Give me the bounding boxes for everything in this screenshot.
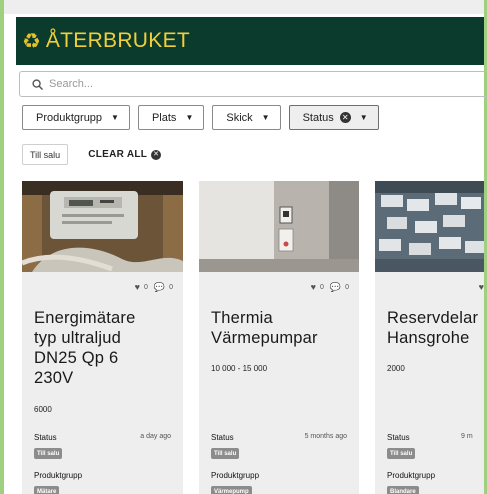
clear-all-label: CLEAR ALL xyxy=(88,149,148,160)
heart-icon[interactable]: ♥ xyxy=(479,282,484,292)
product-group-badge: Värmepump xyxy=(211,486,252,494)
product-group-label: Produktgrupp xyxy=(211,471,260,480)
heart-icon[interactable]: ♥ xyxy=(311,282,316,292)
likes-count: 0 xyxy=(143,283,148,291)
card-title[interactable]: Thermia Värmepumpar xyxy=(199,302,359,348)
product-group-badge: Blandare xyxy=(387,486,419,494)
title-line: typ ultraljud xyxy=(34,329,121,347)
card-title[interactable]: Reservdelar Hansgrohe xyxy=(375,302,484,348)
card-stats: ♥ 0 💬 0 xyxy=(22,272,183,302)
card-title[interactable]: Energimätare typ ultraljud DN25 Qp 6 230… xyxy=(22,302,183,388)
comments-count: 0 xyxy=(169,283,173,291)
clear-all-button[interactable]: CLEAR ALL ✕ xyxy=(88,149,162,160)
comments-icon[interactable]: 💬 xyxy=(154,282,165,293)
comments-icon[interactable]: 💬 xyxy=(330,282,341,293)
product-group-label: Produktgrupp xyxy=(34,471,83,480)
title-line: 230V xyxy=(34,369,74,387)
filter-status-dropdown[interactable]: Status ✕ ▼ xyxy=(288,105,379,130)
title-line: Thermia xyxy=(211,309,273,327)
card-price: 10 000 - 15 000 xyxy=(211,364,268,373)
close-icon: ✕ xyxy=(151,149,162,160)
product-group-label: Produktgrupp xyxy=(387,471,436,480)
app-title[interactable]: ÅTERBRUKET xyxy=(46,29,190,53)
filter-bar: Produktgrupp ▼ Plats ▼ Skick ▼ Status ✕ … xyxy=(22,105,379,130)
status-label: Status xyxy=(211,433,234,442)
card-stats: ♥ xyxy=(375,272,484,302)
title-line: Värmepumpar xyxy=(211,329,318,347)
time-ago: 9 m xyxy=(461,433,473,440)
time-ago: 5 months ago xyxy=(304,433,347,440)
filter-plats-dropdown[interactable]: Plats ▼ xyxy=(137,105,205,130)
filter-label: Status xyxy=(302,111,334,124)
filter-label: Produktgrupp xyxy=(36,111,103,124)
active-filters: Till salu CLEAR ALL ✕ xyxy=(22,144,162,165)
caret-down-icon: ▼ xyxy=(111,113,119,122)
product-card[interactable]: ♥ 0 💬 0 Energimätare typ ultraljud DN25 … xyxy=(22,181,183,494)
search-input[interactable] xyxy=(49,78,449,90)
product-card[interactable]: ♥ 0 💬 0 Thermia Värmepumpar 10 000 - 15 … xyxy=(199,181,359,494)
caret-down-icon: ▼ xyxy=(359,113,368,122)
recycle-icon: ♻ xyxy=(22,30,41,53)
title-line: Hansgrohe xyxy=(387,329,470,347)
clear-filter-icon[interactable]: ✕ xyxy=(339,112,351,123)
title-line: Reservdelar xyxy=(387,309,479,327)
search-icon xyxy=(32,78,43,90)
title-line: Energimätare xyxy=(34,309,136,327)
status-badge: Till salu xyxy=(211,448,240,459)
caret-down-icon: ▼ xyxy=(185,113,194,122)
status-label: Status xyxy=(34,433,57,442)
product-image[interactable] xyxy=(199,181,359,272)
filter-label: Plats xyxy=(151,111,177,124)
product-image[interactable] xyxy=(22,181,183,272)
title-line: DN25 Qp 6 xyxy=(34,349,119,367)
filter-produktgrupp-dropdown[interactable]: Produktgrupp ▼ xyxy=(22,105,130,130)
active-filter-chip[interactable]: Till salu xyxy=(22,144,69,165)
product-image[interactable] xyxy=(375,181,484,272)
likes-count: 0 xyxy=(319,283,324,291)
time-ago: a day ago xyxy=(140,433,171,440)
card-price: 6000 xyxy=(34,405,52,414)
status-badge: Till salu xyxy=(34,448,63,459)
heart-icon[interactable]: ♥ xyxy=(135,282,140,292)
search-bar[interactable] xyxy=(19,71,487,97)
card-stats: ♥ 0 💬 0 xyxy=(199,272,359,302)
card-price: 2000 xyxy=(387,364,405,373)
frame-left-border xyxy=(0,0,4,494)
filter-label: Skick xyxy=(226,111,253,124)
product-card[interactable]: ♥ Reservdelar Hansgrohe 2000 Status 9 m … xyxy=(375,181,484,494)
status-badge: Till salu xyxy=(387,448,416,459)
comments-count: 0 xyxy=(345,283,349,291)
app-header: ♻ ÅTERBRUKET xyxy=(16,17,484,65)
product-group-badge: Mätare xyxy=(34,486,60,494)
top-strip xyxy=(4,0,484,14)
filter-skick-dropdown[interactable]: Skick ▼ xyxy=(212,105,281,130)
status-label: Status xyxy=(387,433,410,442)
caret-down-icon: ▼ xyxy=(261,113,270,122)
